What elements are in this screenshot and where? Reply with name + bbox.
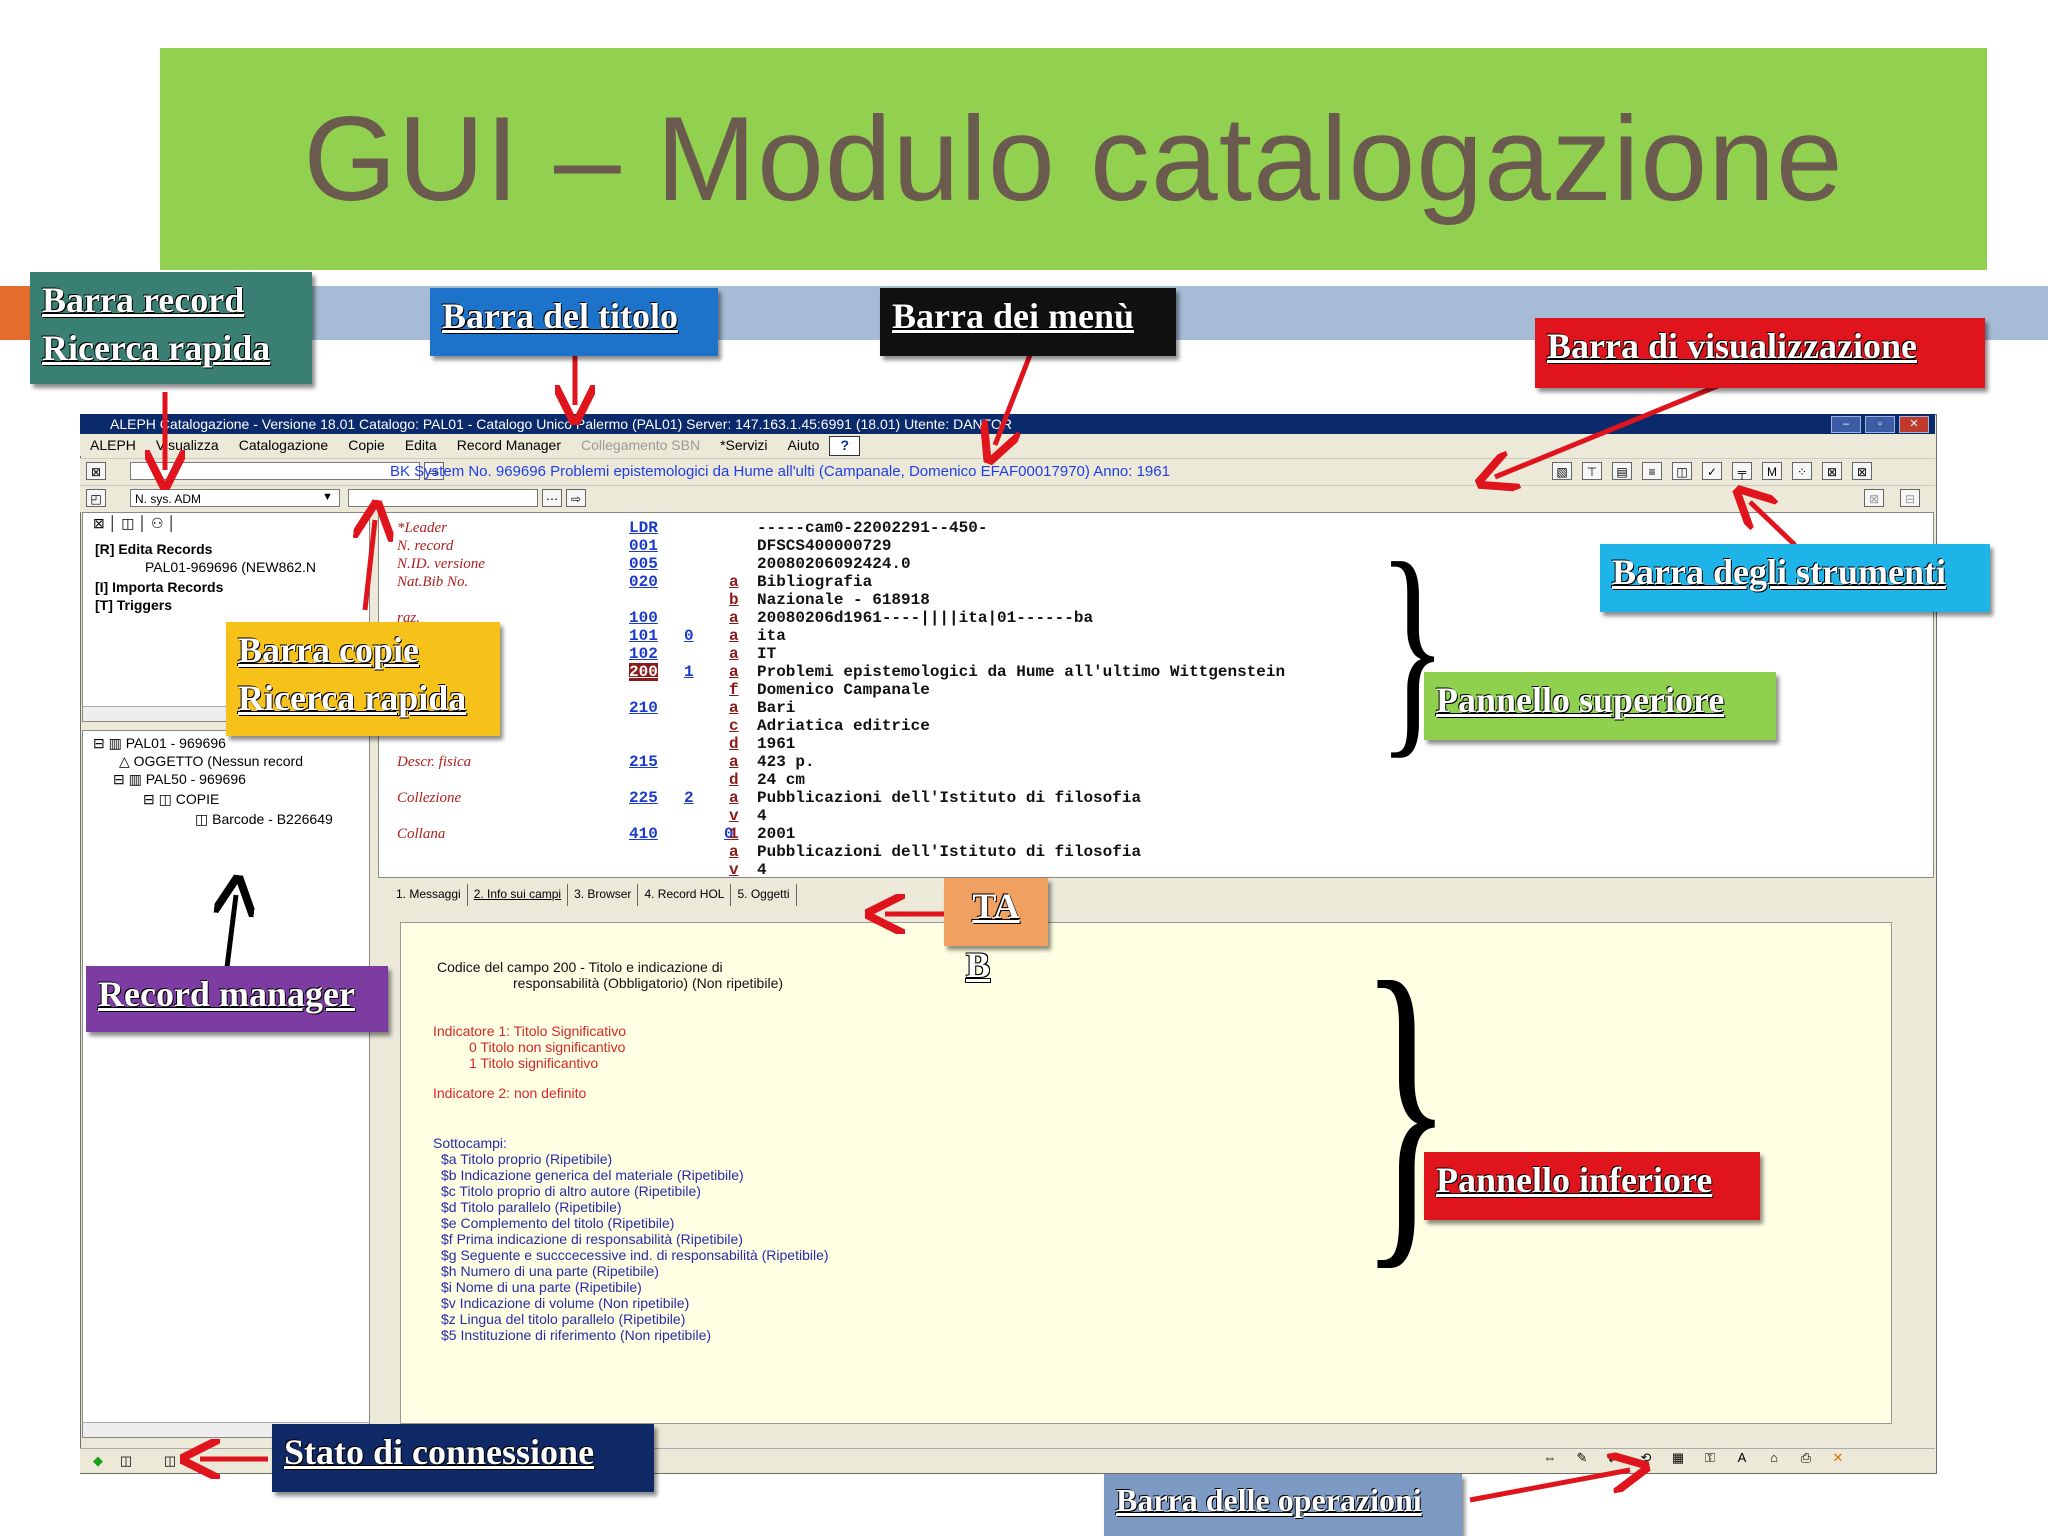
callout-pannello-superiore: Pannello superiore bbox=[1424, 672, 1776, 740]
callout-barra-strumenti: Barra degli strumenti bbox=[1600, 544, 1990, 612]
callout-barra-titolo: Barra del titolo bbox=[430, 288, 718, 356]
arrow-tools-bar bbox=[1750, 502, 1797, 547]
arrow-display-bar bbox=[1495, 382, 1721, 477]
callout-barra-copie: Barra copie Ricerca rapida bbox=[226, 622, 500, 736]
callout-arrows bbox=[0, 352, 1797, 1503]
callout-barra-menu: Barra dei menù bbox=[880, 288, 1176, 356]
callout-pannello-inferiore: Pannello inferiore bbox=[1424, 1152, 1760, 1220]
arrow-operations bbox=[1469, 1470, 1630, 1503]
callout-barra-visualizzazione: Barra di visualizzazione bbox=[1535, 318, 1985, 388]
callout-record-manager: Record manager bbox=[86, 966, 388, 1032]
arrow-copies-bar bbox=[365, 520, 375, 611]
callout-barra-record: Barra record Ricerca rapida bbox=[30, 272, 312, 384]
callout-tab-b: B bbox=[966, 945, 991, 985]
callout-tab: TA bbox=[944, 878, 1048, 946]
callout-barra-operazioni: Barra delle operazioni bbox=[1104, 1474, 1462, 1536]
arrow-record-manager bbox=[226, 895, 236, 976]
arrow-menu-bar bbox=[995, 354, 1033, 445]
callout-stato-connessione: Stato di connessione bbox=[272, 1424, 654, 1492]
